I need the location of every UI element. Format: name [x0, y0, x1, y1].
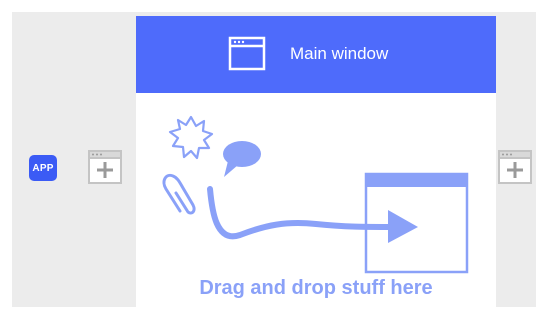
drop-zone[interactable]: Drag and drop stuff here	[136, 93, 496, 320]
add-window-right-button[interactable]	[498, 150, 532, 184]
drop-zone-hint: Drag and drop stuff here	[199, 277, 433, 299]
main-window: Main window Drag and drop stuff here	[136, 16, 496, 320]
main-window-title: Main window	[290, 44, 389, 63]
add-window-icon	[88, 150, 122, 184]
sparkle-icon	[168, 115, 214, 160]
paperclip-icon	[162, 173, 196, 215]
curved-arrow-icon	[207, 186, 418, 243]
app-icon[interactable]: APP	[29, 155, 57, 181]
speech-bubble-icon	[223, 141, 261, 177]
add-window-icon	[498, 150, 532, 184]
app-icon-label: APP	[32, 162, 54, 174]
window-icon	[228, 36, 266, 71]
target-window-icon	[364, 172, 469, 274]
main-window-header[interactable]: Main window	[136, 16, 496, 93]
add-window-left-button[interactable]	[88, 150, 122, 184]
